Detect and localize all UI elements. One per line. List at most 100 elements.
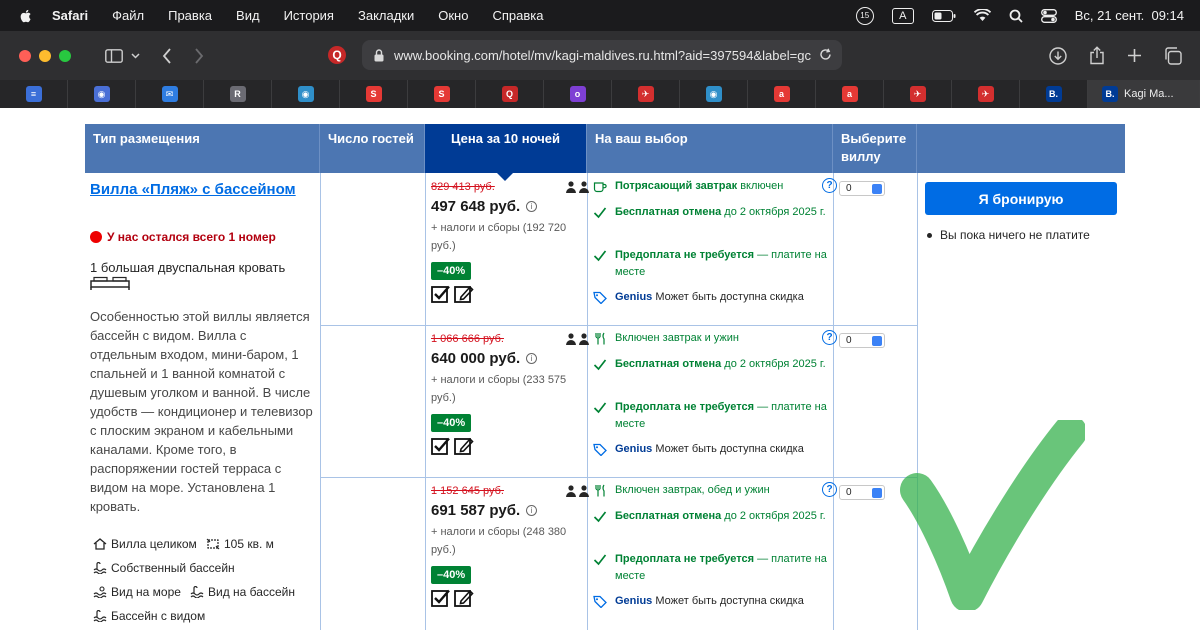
notification-badge-icon[interactable]: 15 bbox=[855, 6, 874, 25]
question-mark-icon[interactable]: ? bbox=[822, 482, 837, 497]
red-dot-icon bbox=[90, 231, 102, 243]
checked-box-icon[interactable] bbox=[431, 437, 451, 455]
pinned-tab[interactable]: ≡ bbox=[0, 80, 68, 108]
pinned-tab[interactable]: o bbox=[544, 80, 612, 108]
cancel-text: до 2 октября 2025 г. bbox=[721, 206, 826, 218]
window-controls bbox=[19, 49, 71, 62]
downloads-icon[interactable] bbox=[1049, 46, 1067, 65]
price-cell: 1 152 645 руб. 691 587 руб. i + налоги и сб… bbox=[431, 485, 583, 607]
lock-icon bbox=[374, 48, 384, 61]
menu-window[interactable]: Окно bbox=[438, 8, 468, 23]
table-header: Тип размещения Число гостей Цена за 10 н… bbox=[85, 124, 1125, 181]
taxes-note: + налоги и сборы (233 575 руб.) bbox=[431, 374, 567, 404]
reload-icon[interactable] bbox=[819, 48, 832, 61]
menu-app-safari[interactable]: Safari bbox=[52, 8, 88, 23]
cancel-text: до 2 октября 2025 г. bbox=[721, 358, 826, 370]
info-icon[interactable]: i bbox=[526, 201, 538, 212]
back-arrow-icon[interactable] bbox=[162, 47, 172, 64]
clock-datetime[interactable]: Вс, 21 сент. 09:14 bbox=[1075, 8, 1184, 23]
forward-arrow-icon[interactable] bbox=[194, 47, 204, 64]
villa-quantity-select[interactable]: 0 bbox=[839, 485, 885, 500]
pool-icon bbox=[93, 610, 107, 622]
pinned-tab[interactable]: B. bbox=[1020, 80, 1088, 108]
active-tab[interactable]: B. Kagi Ma... bbox=[1088, 80, 1200, 108]
url-text[interactable]: www.booking.com/hotel/mv/kagi-maldives.r… bbox=[394, 48, 814, 63]
status-area: 15 A Вс, 21 сент. 09:14 bbox=[855, 0, 1184, 31]
pinned-tab[interactable]: a bbox=[816, 80, 884, 108]
favicon-icon: ◉ bbox=[297, 86, 314, 102]
checkmark-icon bbox=[593, 402, 607, 414]
taxes-note: + налоги и сборы (248 380 руб.) bbox=[431, 526, 567, 556]
question-mark-icon[interactable]: ? bbox=[822, 330, 837, 345]
menu-bookmarks[interactable]: Закладки bbox=[358, 8, 414, 23]
pinned-tab[interactable]: S bbox=[408, 80, 476, 108]
choice-cell: Включен завтрак, обед и ужин? Бесплатная … bbox=[593, 482, 837, 610]
scarcity-message: У нас остался всего 1 номер bbox=[90, 230, 276, 244]
pinned-tab[interactable]: ✈ bbox=[952, 80, 1020, 108]
toolbar-right-actions bbox=[1049, 31, 1182, 80]
share-icon[interactable] bbox=[1089, 46, 1105, 65]
menu-file[interactable]: Файл bbox=[112, 8, 144, 23]
chevron-down-icon[interactable] bbox=[131, 52, 140, 59]
facility-label: Бассейн с видом bbox=[111, 609, 206, 623]
spotlight-search-icon[interactable] bbox=[1009, 9, 1023, 23]
pinned-tab[interactable]: ◉ bbox=[680, 80, 748, 108]
select-value: 0 bbox=[846, 335, 852, 346]
option-checkboxes bbox=[431, 285, 583, 303]
villa-quantity-select[interactable]: 0 bbox=[839, 181, 885, 196]
edit-box-icon[interactable] bbox=[454, 285, 474, 303]
edit-box-icon[interactable] bbox=[454, 437, 474, 455]
pinned-tab[interactable]: ✉ bbox=[136, 80, 204, 108]
checked-box-icon[interactable] bbox=[431, 285, 451, 303]
pinned-tab[interactable]: ✈ bbox=[612, 80, 680, 108]
address-bar[interactable]: www.booking.com/hotel/mv/kagi-maldives.r… bbox=[362, 40, 842, 70]
free-cancellation: Бесплатная отмена до 2 октября 2025 г. bbox=[593, 508, 831, 551]
new-tab-plus-icon[interactable] bbox=[1127, 48, 1142, 63]
close-window-button[interactable] bbox=[19, 49, 31, 62]
villa-title-link[interactable]: Вилла «Пляж» с бассейном bbox=[90, 180, 310, 199]
checked-box-icon[interactable] bbox=[431, 589, 451, 607]
battery-icon[interactable] bbox=[931, 9, 956, 22]
meal-bold-text: Потрясающий завтрак bbox=[615, 180, 738, 192]
pinned-tab[interactable]: a bbox=[748, 80, 816, 108]
pinned-tab[interactable]: S bbox=[340, 80, 408, 108]
pinned-tab[interactable]: R bbox=[204, 80, 272, 108]
menu-help[interactable]: Справка bbox=[492, 8, 543, 23]
pinned-tab[interactable]: Q bbox=[476, 80, 544, 108]
facility-label: Вилла целиком bbox=[111, 537, 197, 551]
no-payment-note: Вы пока ничего не платите bbox=[927, 228, 1090, 242]
pinned-tab[interactable]: ◉ bbox=[272, 80, 340, 108]
menu-history[interactable]: История bbox=[284, 8, 334, 23]
taxes-note: + налоги и сборы (192 720 руб.) bbox=[431, 222, 567, 252]
wifi-icon[interactable] bbox=[973, 9, 991, 22]
zoom-window-button[interactable] bbox=[59, 49, 71, 62]
favicon-icon: B. bbox=[1045, 86, 1062, 102]
favicon-icon: ◉ bbox=[93, 86, 110, 102]
edit-box-icon[interactable] bbox=[454, 589, 474, 607]
input-source-icon[interactable]: A bbox=[891, 7, 914, 24]
column-divider bbox=[833, 173, 834, 630]
facility-label: 105 кв. м bbox=[224, 537, 274, 551]
qwant-extension-icon[interactable]: Q bbox=[328, 46, 346, 64]
tab-overview-icon[interactable] bbox=[1164, 46, 1182, 65]
villa-quantity-select[interactable]: 0 bbox=[839, 333, 885, 348]
reserve-button[interactable]: Я бронирую bbox=[925, 182, 1117, 215]
sidebar-icon[interactable] bbox=[105, 48, 123, 63]
minimize-window-button[interactable] bbox=[39, 49, 51, 62]
pinned-tab[interactable]: ✈ bbox=[884, 80, 952, 108]
header-price[interactable]: Цена за 10 ночей bbox=[425, 124, 587, 181]
fork-knife-icon bbox=[595, 484, 605, 497]
pinned-tab[interactable]: ◉ bbox=[68, 80, 136, 108]
question-mark-icon[interactable]: ? bbox=[822, 178, 837, 193]
menu-view[interactable]: Вид bbox=[236, 8, 260, 23]
genius-text: Может быть доступна скидка bbox=[652, 443, 804, 455]
info-icon[interactable]: i bbox=[526, 353, 538, 364]
info-icon[interactable]: i bbox=[526, 505, 538, 516]
facility-private-pool: Собственный бассейн bbox=[93, 561, 235, 575]
apple-icon[interactable] bbox=[18, 8, 34, 24]
bullet-icon bbox=[927, 232, 932, 238]
cancel-text: до 2 октября 2025 г. bbox=[721, 510, 826, 522]
menu-edit[interactable]: Правка bbox=[168, 8, 212, 23]
genius-label: Genius bbox=[615, 595, 653, 607]
control-center-icon[interactable] bbox=[1040, 8, 1057, 23]
